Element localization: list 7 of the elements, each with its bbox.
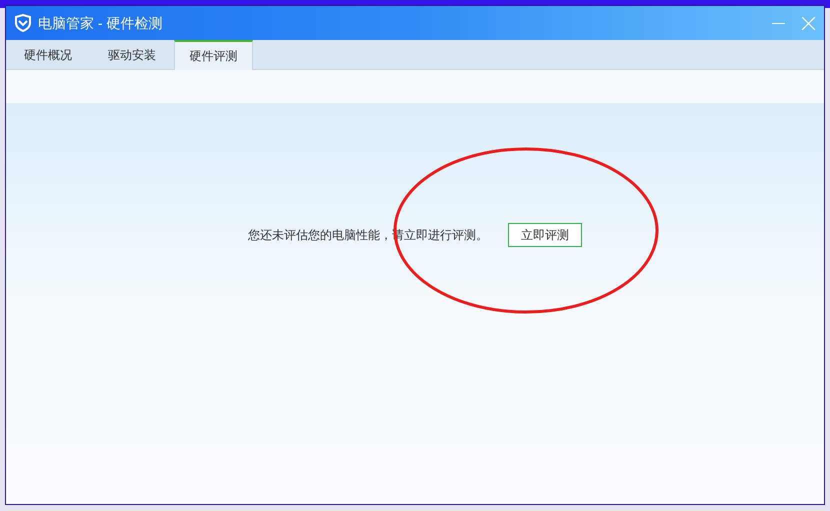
window-title: 电脑管家 - 硬件检测 [38,14,162,32]
shield-logo-icon [14,14,32,32]
evaluate-button[interactable]: 立即评测 [508,223,582,247]
tab[interactable]: 硬件评测 [174,40,253,70]
close-button[interactable] [800,15,816,31]
tab[interactable]: 硬件概况 [6,40,90,70]
tab[interactable]: 驱动安装 [90,40,174,70]
